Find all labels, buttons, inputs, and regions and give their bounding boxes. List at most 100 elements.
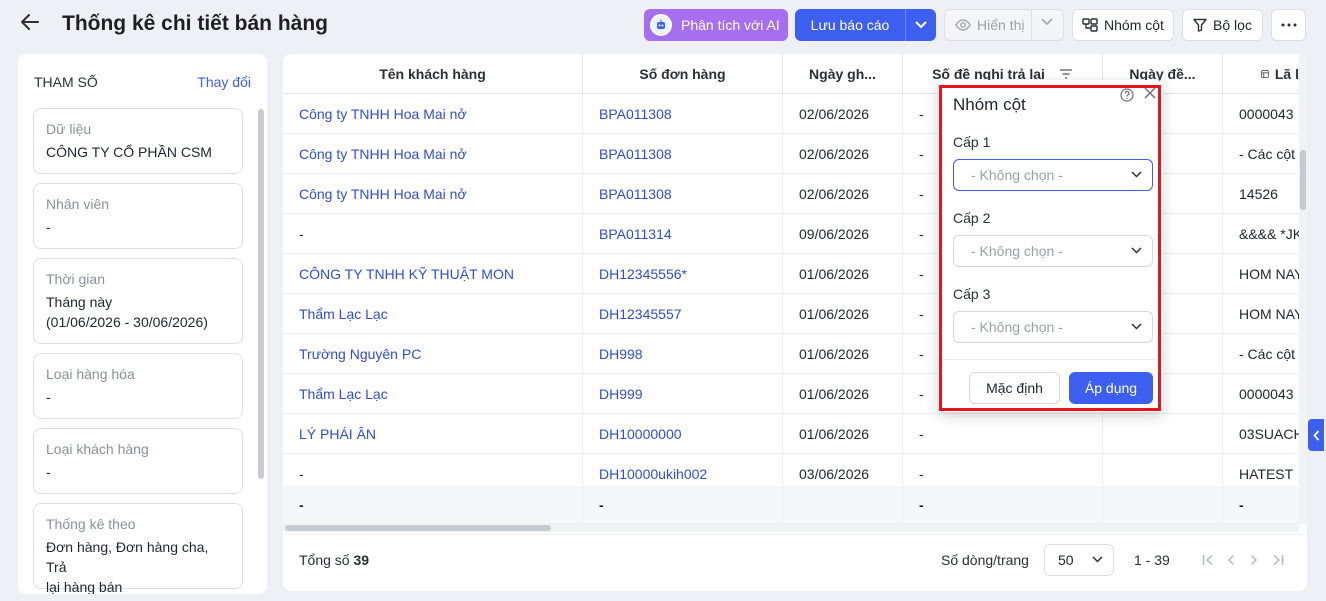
table-vertical-scrollbar[interactable]	[1299, 54, 1307, 524]
order-number-link[interactable]: BPA011308	[583, 94, 783, 134]
total-cell: -	[283, 486, 583, 524]
customer-name-link[interactable]: Công ty TNHH Hoa Mai nở	[283, 94, 583, 134]
back-arrow-icon[interactable]	[18, 10, 42, 34]
table-cell: 0000043	[1239, 386, 1294, 402]
parameters-title: THAM SỐ	[34, 74, 98, 90]
change-parameters-link[interactable]: Thay đổi	[197, 74, 251, 90]
param-card-time[interactable]: Thời gian Tháng này (01/06/2026 - 30/06/…	[33, 258, 243, 344]
eye-icon	[955, 19, 971, 31]
chevron-down-icon	[1131, 323, 1142, 330]
divider	[1031, 10, 1032, 40]
more-options-button[interactable]	[1271, 9, 1306, 41]
display-button[interactable]: Hiển thị	[944, 9, 1064, 41]
next-page-icon[interactable]	[1245, 551, 1263, 569]
customer-name-link: -	[283, 214, 583, 254]
customer-name-link[interactable]: Trường Nguyên PC	[283, 334, 583, 374]
chevron-down-icon[interactable]	[1041, 18, 1053, 26]
table-row[interactable]: LÝ PHÁI ÂN DH10000000 01/06/2026- 03SUACH	[283, 414, 1299, 454]
order-number-link[interactable]: BPA011308	[583, 174, 783, 214]
param-label: Nhân viên	[46, 196, 110, 212]
default-button[interactable]: Mặc định	[969, 372, 1060, 404]
param-label: Loại khách hàng	[46, 441, 149, 457]
order-number-link[interactable]: DH12345556*	[583, 254, 783, 294]
table-cell: 0000043	[1239, 106, 1294, 122]
page-header: Thống kê chi tiết bán hàng Phân tích với…	[0, 0, 1326, 50]
table-footer: Tổng số 39 Số dòng/trang 50 1 - 39	[283, 534, 1307, 591]
customer-name-link[interactable]: Thẩm Lạc Lạc	[283, 374, 583, 414]
parameters-scrollbar[interactable]	[258, 109, 264, 479]
param-card-employee[interactable]: Nhân viên -	[33, 183, 243, 249]
param-card-data[interactable]: Dữ liệu CÔNG TY CỔ PHẦN CSM	[33, 108, 243, 174]
column-filter-icon[interactable]	[1059, 69, 1073, 79]
order-number-link[interactable]: DH998	[583, 334, 783, 374]
display-button-label: Hiển thị	[977, 17, 1025, 33]
table-cell: 03SUACH	[1239, 426, 1299, 442]
help-icon[interactable]	[1120, 88, 1134, 102]
scrollbar-thumb[interactable]	[1300, 150, 1306, 210]
order-number-link[interactable]: DH10000000	[583, 414, 783, 454]
table-cell: 01/06/2026	[783, 254, 903, 294]
filter-icon	[1193, 18, 1207, 32]
param-card-customer-type[interactable]: Loại khách hàng -	[33, 428, 243, 494]
first-page-icon[interactable]	[1199, 551, 1217, 569]
filter-button[interactable]: Bộ lọc	[1182, 9, 1263, 41]
customer-name-link[interactable]: Công ty TNHH Hoa Mai nở	[283, 174, 583, 214]
table-cell: 01/06/2026	[783, 374, 903, 414]
table-horizontal-scrollbar[interactable]	[283, 524, 1299, 532]
select-placeholder: - Không chọn -	[971, 319, 1063, 335]
param-card-statistics-by[interactable]: Thống kê theo Đơn hàng, Đơn hàng cha, Tr…	[33, 503, 243, 594]
customer-name-link[interactable]: CÔNG TY TNHH KỸ THUẬT MON	[283, 254, 583, 294]
group-columns-label: Nhóm cột	[1104, 17, 1164, 33]
column-header-order-number[interactable]: Số đơn hàng	[583, 54, 783, 94]
customer-name-link[interactable]: LÝ PHÁI ÂN	[283, 414, 583, 454]
close-icon[interactable]	[1143, 86, 1157, 100]
column-header-extra[interactable]: Lã l	[1223, 54, 1299, 94]
column-header-customer-name[interactable]: Tên khách hàng	[283, 54, 583, 94]
table-cell: 14526	[1239, 186, 1278, 202]
param-value: -	[46, 464, 51, 480]
apply-button[interactable]: Áp dụng	[1069, 372, 1153, 404]
column-header-delivery-date[interactable]: Ngày gh...	[783, 54, 903, 94]
table-column-icon	[1261, 70, 1269, 78]
group-columns-button[interactable]: Nhóm cột	[1072, 9, 1174, 41]
side-panel-toggle[interactable]	[1308, 419, 1324, 451]
order-number-link[interactable]: BPA011314	[583, 214, 783, 254]
ai-robot-icon	[650, 14, 672, 36]
table-cell: 02/06/2026	[783, 174, 903, 214]
level-2-select[interactable]: - Không chọn -	[953, 235, 1153, 267]
total-cell	[783, 486, 903, 524]
order-number-link[interactable]: BPA011308	[583, 134, 783, 174]
page-range: 1 - 39	[1134, 552, 1170, 568]
chevron-down-icon	[1092, 556, 1103, 563]
previous-page-icon[interactable]	[1222, 551, 1240, 569]
chevron-left-icon	[1312, 429, 1319, 441]
order-number-link[interactable]: DH999	[583, 374, 783, 414]
save-report-dropdown-button[interactable]	[905, 9, 936, 41]
chevron-down-icon	[1131, 171, 1142, 178]
table-cell: 09/06/2026	[783, 214, 903, 254]
popup-title: Nhóm cột	[953, 95, 1026, 114]
scrollbar-thumb[interactable]	[285, 525, 551, 531]
param-label: Dữ liệu	[46, 121, 92, 137]
rows-per-page-value: 50	[1058, 552, 1074, 568]
select-placeholder: - Không chọn -	[971, 167, 1063, 183]
rows-per-page-label: Số dòng/trang	[941, 552, 1029, 568]
parameters-panel: THAM SỐ Thay đổi Dữ liệu CÔNG TY CỔ PHẦN…	[18, 54, 267, 594]
table-cell: HOM NAY	[1239, 306, 1299, 322]
analyze-with-ai-button[interactable]: Phân tích với AI	[644, 9, 788, 41]
param-value: CÔNG TY CỔ PHẦN CSM	[46, 144, 212, 160]
customer-name-link[interactable]: Thẩm Lạc Lạc	[283, 294, 583, 334]
save-report-button[interactable]: Lưu báo cáo	[795, 9, 905, 41]
table-cell: 01/06/2026	[783, 414, 903, 454]
divider	[938, 359, 1163, 360]
order-number-link[interactable]: DH12345557	[583, 294, 783, 334]
level-3-label: Cấp 3	[953, 286, 991, 302]
level-3-select[interactable]: - Không chọn -	[953, 311, 1153, 343]
param-card-goods-type[interactable]: Loại hàng hóa -	[33, 353, 243, 419]
customer-name-link[interactable]: Công ty TNHH Hoa Mai nở	[283, 134, 583, 174]
level-1-select[interactable]: - Không chọn -	[953, 159, 1153, 191]
table-cell: HOM NAY	[1239, 266, 1299, 282]
rows-per-page-select[interactable]: 50	[1044, 544, 1114, 576]
table-cell: -	[903, 414, 1103, 454]
last-page-icon[interactable]	[1269, 551, 1287, 569]
